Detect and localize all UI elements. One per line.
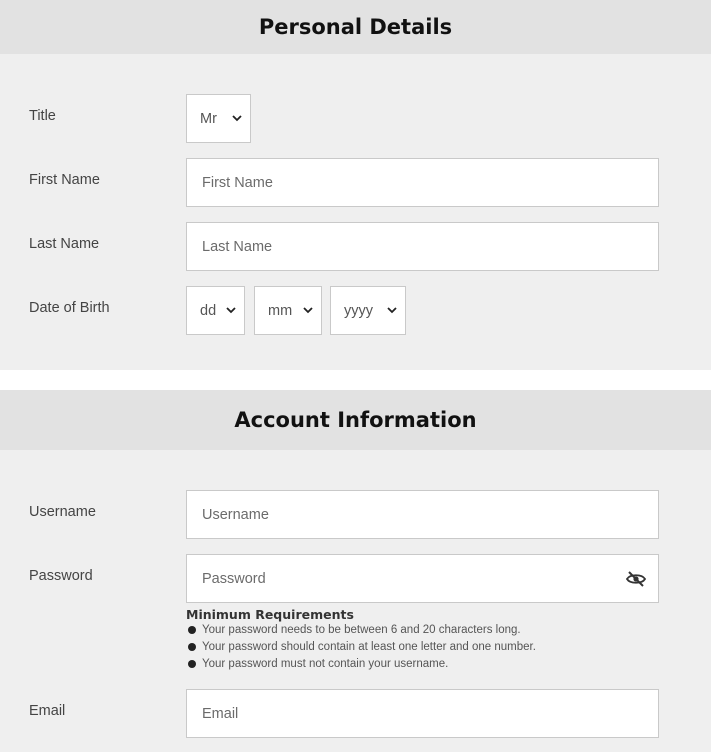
personal-details-heading: Personal Details	[0, 0, 711, 54]
password-requirement-text: Your password should contain at least on…	[202, 641, 536, 653]
account-information-heading: Account Information	[0, 390, 711, 450]
personal-details-section: Personal Details Title Mr First Name Fir…	[0, 0, 711, 370]
last-name-label: Last Name	[29, 236, 100, 252]
chevron-down-icon	[226, 306, 236, 313]
password-requirement-item: Your password needs to be between 6 and …	[188, 624, 521, 636]
chevron-down-icon	[387, 306, 397, 313]
password-requirement-text: Your password needs to be between 6 and …	[202, 624, 521, 636]
dob-month-select[interactable]: mm	[254, 286, 322, 335]
title-select-value: Mr	[200, 110, 217, 127]
last-name-field[interactable]: Last Name	[186, 222, 659, 271]
password-label: Password	[29, 568, 93, 584]
title-select[interactable]: Mr	[186, 94, 251, 143]
dob-day-select[interactable]: dd	[186, 286, 245, 335]
dob-month-value: mm	[268, 302, 293, 319]
dob-year-select[interactable]: yyyy	[330, 286, 406, 335]
password-requirement-text: Your password must not contain your user…	[202, 658, 449, 670]
password-requirements-title: Minimum Requirements	[186, 607, 354, 622]
first-name-label: First Name	[29, 172, 100, 188]
chevron-down-icon	[303, 306, 313, 313]
dob-label: Date of Birth	[29, 300, 110, 316]
bullet-icon	[188, 660, 196, 668]
email-placeholder: Email	[202, 705, 239, 722]
last-name-placeholder: Last Name	[202, 238, 273, 255]
email-field[interactable]: Email	[186, 689, 659, 738]
dob-day-value: dd	[200, 302, 217, 319]
username-field[interactable]: Username	[186, 490, 659, 539]
password-requirement-item: Your password should contain at least on…	[188, 641, 536, 653]
username-placeholder: Username	[202, 506, 269, 523]
username-label: Username	[29, 504, 96, 520]
bullet-icon	[188, 643, 196, 651]
first-name-placeholder: First Name	[202, 174, 273, 191]
password-placeholder: Password	[202, 570, 266, 587]
first-name-field[interactable]: First Name	[186, 158, 659, 207]
dob-year-value: yyyy	[344, 302, 373, 319]
eye-slash-icon[interactable]	[626, 570, 646, 588]
password-requirement-item: Your password must not contain your user…	[188, 658, 448, 670]
chevron-down-icon	[232, 114, 242, 121]
bullet-icon	[188, 626, 196, 634]
password-field[interactable]: Password	[186, 554, 659, 603]
email-label: Email	[29, 703, 66, 719]
title-label: Title	[29, 108, 56, 124]
section-divider	[0, 370, 711, 390]
account-information-section: Account Information Username Username Pa…	[0, 390, 711, 752]
